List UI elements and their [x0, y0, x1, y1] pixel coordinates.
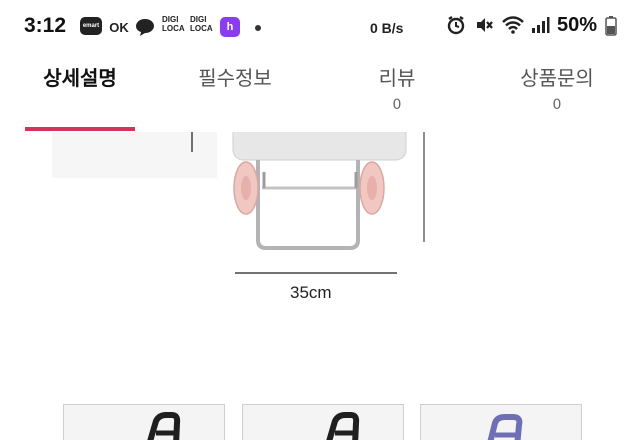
width-dimension-label: 35cm [290, 283, 332, 302]
option-thumbnail-1[interactable] [63, 404, 225, 440]
network-speed: 0 B/s [370, 20, 404, 36]
tab-description[interactable]: 상세설명 [25, 50, 135, 132]
mute-icon [474, 15, 494, 39]
emart-app-icon: emart [80, 17, 102, 35]
tab-product-inquiry-count: 0 [552, 97, 562, 113]
option-thumbnail-2[interactable] [242, 404, 404, 440]
tab-required-info[interactable]: 필수정보 [180, 50, 290, 132]
h-app-icon: h [220, 17, 240, 37]
status-time: 3:12 [24, 14, 67, 37]
digiloca-app-icon-2: DIGI LOCA [190, 15, 213, 33]
signal-icon [530, 15, 550, 39]
more-notifications-dot [255, 25, 261, 31]
product-detail-content: 35cm [0, 132, 640, 440]
alarm-icon [446, 15, 466, 39]
purple-cart-handle [487, 414, 523, 440]
tab-product-inquiry[interactable]: 상품문의 0 [502, 50, 612, 132]
tab-required-info-label: 필수정보 [198, 66, 272, 90]
tab-description-label: 상세설명 [43, 66, 117, 90]
digiloca-app-icon: DIGI LOCA [162, 15, 185, 33]
chat-app-icon [134, 17, 156, 37]
status-bar: 3:12 emart OK DIGI LOCA DIGI LOCA h 0 B/… [0, 0, 640, 50]
wifi-icon [501, 15, 525, 39]
active-tab-indicator [25, 127, 135, 131]
tab-reviews-count: 0 [392, 97, 402, 113]
black-cart-handle-2 [326, 412, 360, 440]
ok-app-icon: OK [109, 19, 129, 35]
battery-percent: 50% [557, 14, 598, 36]
black-cart-handle [147, 412, 181, 440]
battery-icon [605, 16, 617, 40]
product-tab-bar: 상세설명 필수정보 리뷰 0 상품문의 0 [0, 50, 640, 133]
tab-reviews[interactable]: 리뷰 0 [352, 50, 442, 132]
option-thumbnail-3[interactable] [420, 404, 582, 440]
cart-bag [232, 132, 407, 161]
tab-product-inquiry-label: 상품문의 [520, 66, 594, 90]
cart-frame [256, 160, 360, 250]
tab-reviews-label: 리뷰 [378, 66, 416, 90]
